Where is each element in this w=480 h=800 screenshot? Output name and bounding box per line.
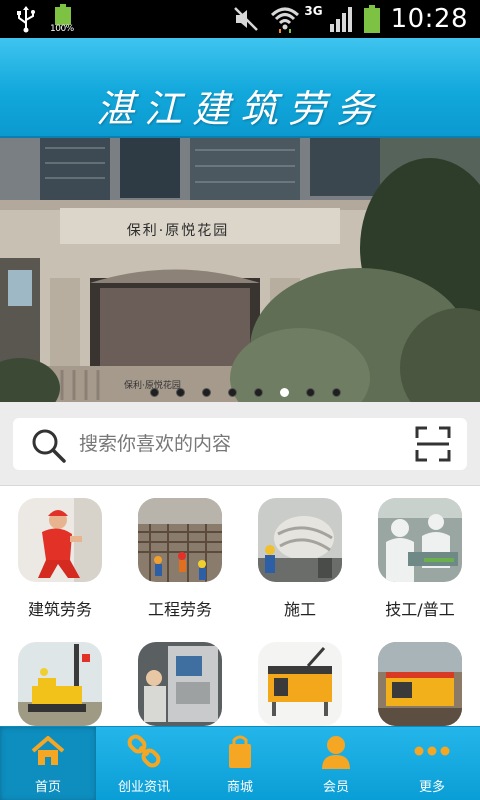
category-label: 施工 — [283, 600, 316, 619]
carousel-dot[interactable] — [149, 388, 159, 397]
cutting-machine-icon — [378, 642, 462, 726]
usb-icon — [17, 6, 35, 33]
tab-label: 商城 — [226, 780, 253, 795]
carousel-dot[interactable] — [253, 388, 263, 397]
more-icon — [414, 746, 450, 756]
member-icon — [322, 736, 350, 769]
shopping-bag-icon — [229, 735, 251, 768]
carousel-dot-active[interactable] — [279, 388, 289, 397]
tab-mall[interactable]: 商城 — [192, 727, 288, 800]
cnc-machine-icon — [138, 642, 222, 726]
carousel-dot[interactable] — [331, 388, 341, 397]
worker-icon — [18, 498, 102, 582]
status-bar: 100% 3G 10:28 — [0, 0, 480, 38]
carousel-dot[interactable] — [175, 388, 185, 397]
search-icon[interactable] — [31, 428, 67, 464]
category-item[interactable]: 建筑劳务 — [0, 486, 120, 626]
concrete-mixer-icon — [258, 498, 342, 582]
link-icon — [127, 734, 161, 768]
app-screen: 100% 3G 10:28 湛江建筑劳务 保利·原悦花园 保利·原悦花园 搜索你… — [0, 0, 480, 800]
clock: 10:28 — [390, 4, 468, 34]
category-item[interactable]: 技工/普工 — [360, 486, 480, 626]
scan-icon[interactable] — [415, 426, 451, 462]
drilling-rig-icon — [18, 642, 102, 726]
rebar-bender-icon — [258, 642, 342, 726]
search-box[interactable] — [13, 418, 467, 470]
banner-image — [0, 138, 480, 402]
tab-more[interactable]: 更多 — [384, 727, 480, 800]
tab-member[interactable]: 会员 — [288, 727, 384, 800]
tab-home[interactable]: 首页 — [0, 727, 96, 800]
carousel-dot[interactable] — [201, 388, 211, 397]
category-label: 技工/普工 — [385, 600, 455, 619]
factory-workers-icon — [378, 498, 462, 582]
battery-percent-label: 100% — [50, 24, 74, 34]
category-label: 工程劳务 — [147, 600, 212, 619]
category-item[interactable]: 工程劳务 — [120, 486, 240, 626]
battery-icon — [363, 5, 380, 33]
banner-carousel[interactable]: 保利·原悦花园 保利·原悦花园 — [0, 138, 480, 402]
home-icon — [31, 736, 65, 765]
carousel-indicators — [0, 388, 480, 397]
app-title: 湛江建筑劳务 — [95, 87, 384, 131]
battery-charged-icon: 100% — [50, 4, 76, 34]
search-input[interactable] — [79, 428, 399, 460]
search-bar — [0, 402, 480, 486]
signal-icon — [329, 7, 352, 32]
tab-label: 创业资讯 — [117, 780, 170, 795]
tab-label: 首页 — [34, 780, 61, 795]
tab-label: 更多 — [418, 780, 445, 795]
bottom-tab-bar: 首页 创业资讯 商城 会员 更多 — [0, 726, 480, 800]
category-item[interactable]: 施工 — [240, 486, 360, 626]
app-header: 湛江建筑劳务 — [0, 38, 480, 138]
tab-label: 会员 — [322, 780, 349, 795]
carousel-dot[interactable] — [227, 388, 237, 397]
carousel-dot[interactable] — [305, 388, 315, 397]
mute-icon — [234, 7, 259, 31]
construction-site-icon — [138, 498, 222, 582]
tab-news[interactable]: 创业资讯 — [96, 727, 192, 800]
network-type-label: 3G — [304, 4, 323, 18]
wifi-icon — [271, 7, 300, 33]
category-grid: 建筑劳务 工程劳务 施工 技工/普工 — [0, 486, 480, 726]
category-label: 建筑劳务 — [27, 600, 92, 619]
banner-sign-text: 保利·原悦花园 — [126, 223, 230, 239]
